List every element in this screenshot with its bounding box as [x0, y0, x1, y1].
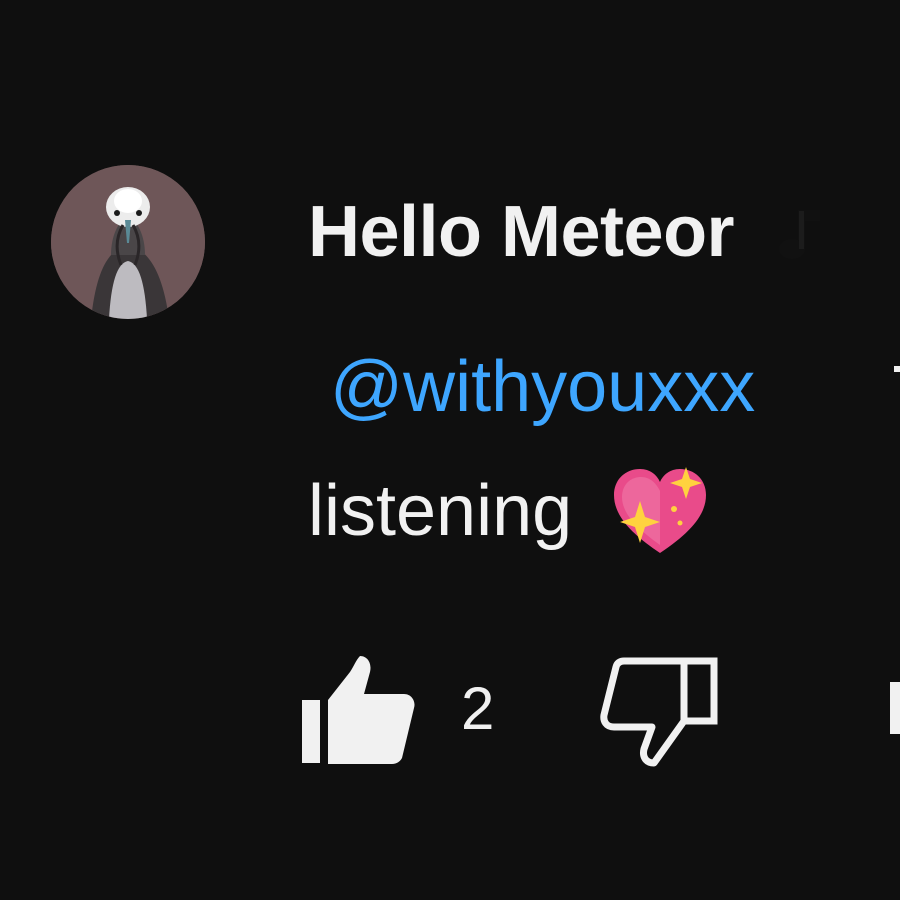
like-count: 2 — [461, 675, 495, 742]
reply-button-edge[interactable] — [890, 682, 900, 734]
comment-text: listening — [308, 471, 573, 551]
like-button[interactable] — [298, 652, 418, 767]
thumbs-up-icon — [302, 656, 415, 764]
pigeon-avatar-image — [51, 165, 205, 319]
comment-text-line2: listening — [308, 465, 710, 557]
music-note-icon — [772, 202, 822, 262]
sparkling-heart-icon — [610, 465, 710, 557]
truncated-text-fragment — [890, 362, 900, 398]
avatar[interactable] — [51, 165, 205, 319]
comment-actions: 2 — [298, 652, 900, 772]
dislike-button[interactable] — [598, 655, 718, 767]
thumbs-down-icon — [600, 657, 718, 767]
mention-link[interactable]: @withyouxxx — [330, 347, 755, 427]
comment-text-line1: @withyouxxx — [330, 345, 755, 429]
comment-author-row: Hello Meteor — [308, 192, 822, 272]
comment-author-name[interactable]: Hello Meteor — [308, 192, 735, 272]
